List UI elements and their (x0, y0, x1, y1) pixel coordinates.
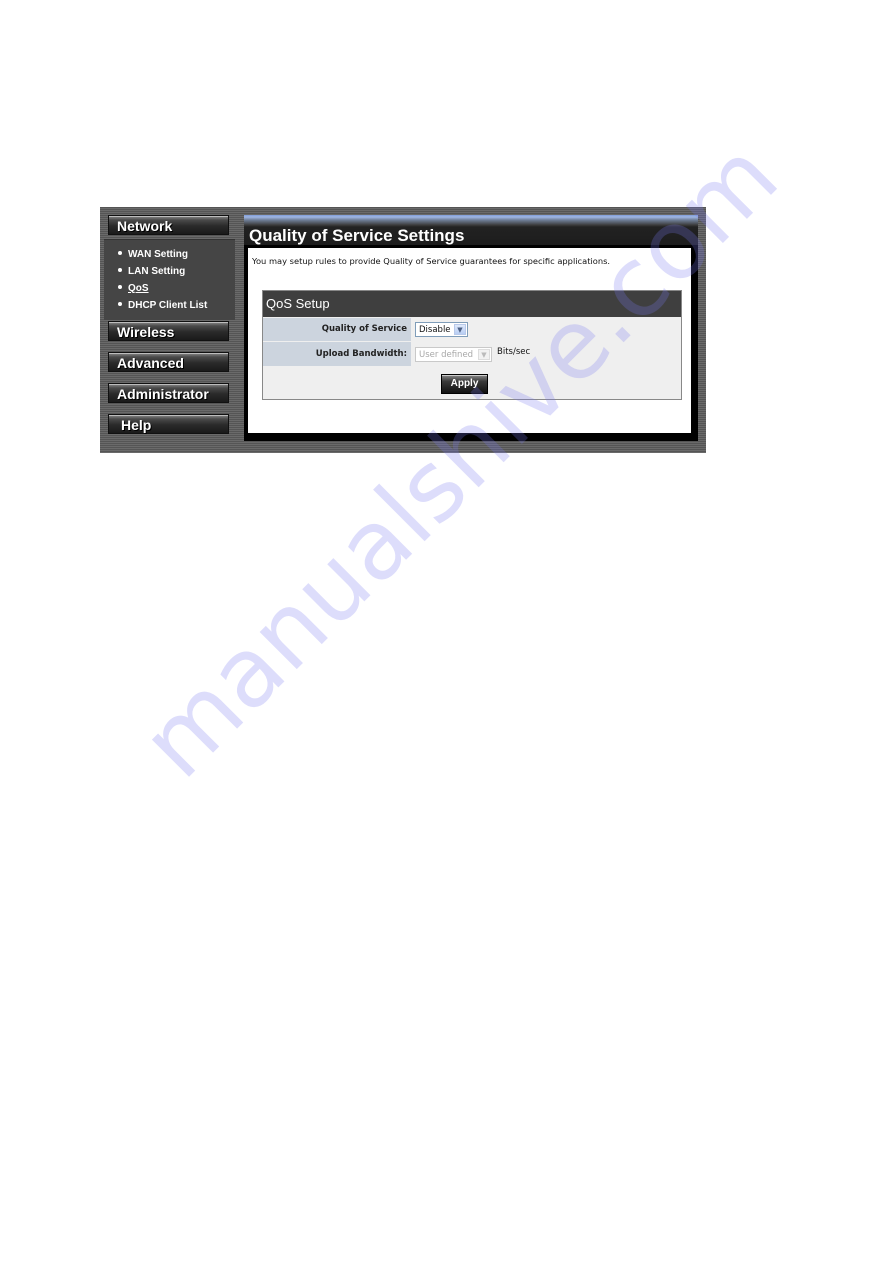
chevron-down-icon[interactable]: ▼ (454, 324, 466, 335)
upload-bandwidth-unit: Bits/sec (497, 347, 531, 357)
upload-bandwidth-row: Upload Bandwidth: User defined ▼ Bits/se… (263, 342, 681, 366)
qos-setup-heading: QoS Setup (263, 291, 681, 317)
page-title-bar: Quality of Service Settings (244, 215, 698, 245)
qos-select[interactable]: Disable ▼ (415, 322, 468, 337)
network-submenu: WAN Setting LAN Setting QoS DHCP Client … (104, 239, 235, 320)
sidebar: Network WAN Setting LAN Setting QoS DHCP… (104, 215, 235, 441)
content-panel: You may setup rules to provide Quality o… (248, 248, 691, 433)
bullet-icon (118, 268, 122, 273)
upload-bandwidth-select[interactable]: User defined ▼ (415, 347, 492, 362)
sidebar-section-advanced[interactable]: Advanced (108, 352, 229, 372)
sidebar-section-help[interactable]: Help (108, 414, 229, 434)
sidebar-item-label: WAN Setting (128, 249, 188, 260)
main-content: Quality of Service Settings You may setu… (244, 215, 698, 441)
qos-row: Quality of Service Disable ▼ (263, 318, 681, 342)
page-title: Quality of Service Settings (249, 226, 465, 245)
router-admin-frame: Network WAN Setting LAN Setting QoS DHCP… (100, 207, 706, 453)
apply-button[interactable]: Apply (441, 374, 488, 394)
sidebar-item-label: QoS (128, 283, 149, 294)
sidebar-item-label: LAN Setting (128, 266, 186, 277)
bullet-icon (118, 302, 122, 307)
sidebar-item-qos[interactable]: QoS (118, 281, 149, 296)
sidebar-section-network[interactable]: Network (108, 215, 229, 235)
sidebar-item-dhcp-client-list[interactable]: DHCP Client List (118, 298, 207, 313)
sidebar-item-label: DHCP Client List (128, 300, 208, 311)
sidebar-item-lan-setting[interactable]: LAN Setting (118, 264, 185, 279)
page-description: You may setup rules to provide Quality o… (252, 256, 611, 266)
qos-setup-box: QoS Setup Quality of Service Disable ▼ U… (262, 290, 682, 400)
bullet-icon (118, 285, 122, 290)
qos-label: Quality of Service (263, 318, 411, 341)
upload-bandwidth-select-value: User defined (419, 350, 474, 360)
upload-bandwidth-label: Upload Bandwidth: (263, 342, 411, 366)
chevron-down-icon: ▼ (478, 349, 490, 360)
bullet-icon (118, 251, 122, 256)
sidebar-section-administrator[interactable]: Administrator (108, 383, 229, 403)
sidebar-section-wireless[interactable]: Wireless (108, 321, 229, 341)
qos-select-value: Disable (419, 325, 451, 335)
sidebar-item-wan-setting[interactable]: WAN Setting (118, 247, 188, 262)
